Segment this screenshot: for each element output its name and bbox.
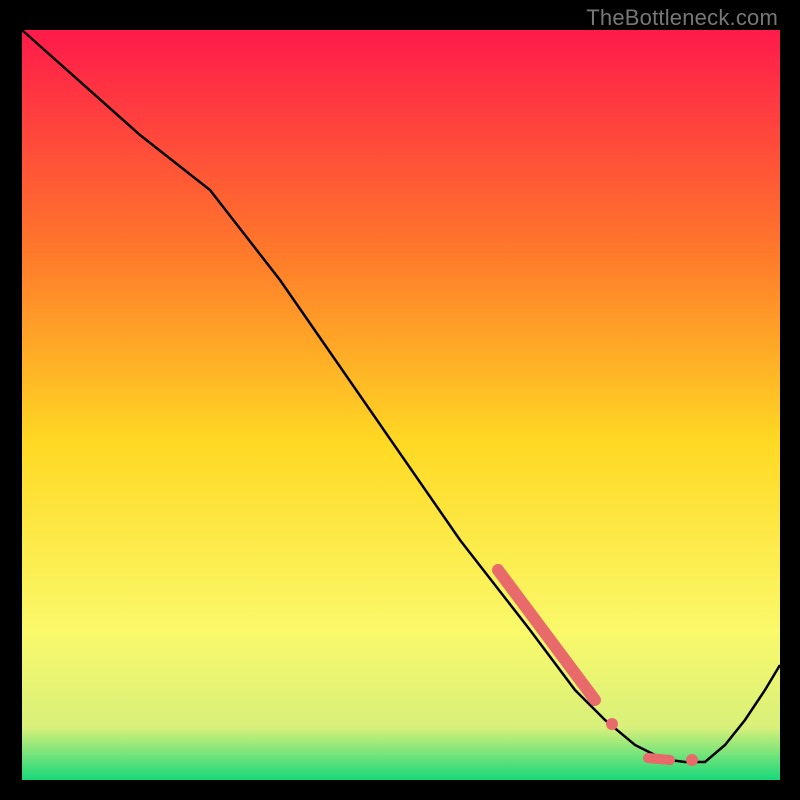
bottom-dash	[648, 758, 670, 760]
marker-dot-2	[686, 754, 698, 766]
chart-container: TheBottleneck.com	[0, 0, 800, 800]
chart-svg	[0, 0, 800, 800]
watermark-text: TheBottleneck.com	[586, 5, 778, 31]
plot-background	[22, 30, 780, 780]
marker-dot-1	[606, 718, 618, 730]
